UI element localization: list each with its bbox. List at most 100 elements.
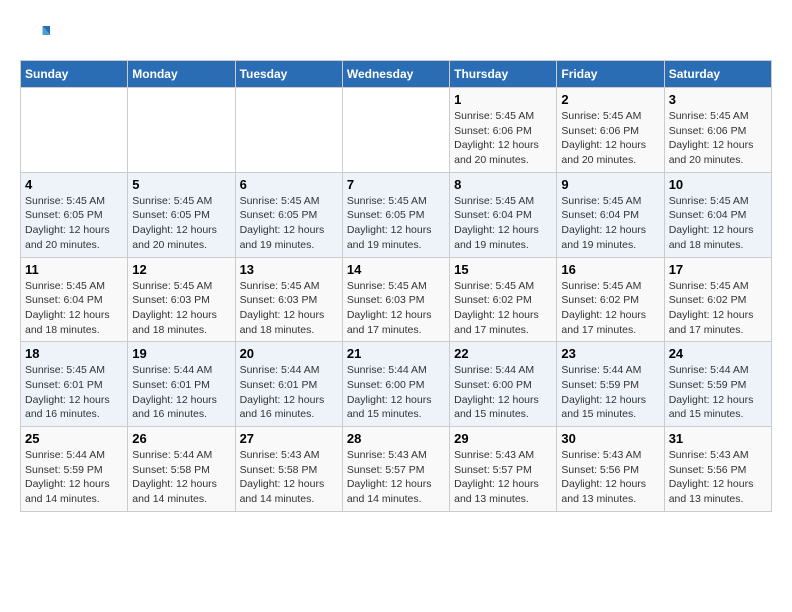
day-cell: 5Sunrise: 5:45 AM Sunset: 6:05 PM Daylig… (128, 172, 235, 257)
day-cell: 13 Sunrise: 5:45 AM Sunset: 6:03 PM Dayli… (235, 257, 342, 342)
day-cell (128, 88, 235, 173)
day-cell: 18 Sunrise: 5:45 AM Sunset: 6:01 PM Dayli… (21, 342, 128, 427)
day-number: 30 (561, 431, 659, 446)
day-number: 27 (240, 431, 338, 446)
day-cell: 23 Sunrise: 5:44 AM Sunset: 5:59 PM Dayli… (557, 342, 664, 427)
day-info: Sunrise: 5:45 AM Sunset: 6:05 PM Dayligh… (25, 194, 123, 253)
day-cell: 14 Sunrise: 5:45 AM Sunset: 6:03 PM Dayli… (342, 257, 449, 342)
day-number: 17 (669, 262, 767, 277)
day-info: Sunrise: 5:43 AM Sunset: 5:57 PM Dayligh… (347, 448, 445, 507)
day-cell: 7 Sunrise: 5:45 AM Sunset: 6:05 PM Daylig… (342, 172, 449, 257)
day-cell: 2 Sunrise: 5:45 AM Sunset: 6:06 PM Daylig… (557, 88, 664, 173)
day-number: 16 (561, 262, 659, 277)
day-cell: 15 Sunrise: 5:45 AM Sunset: 6:02 PM Dayli… (450, 257, 557, 342)
day-info: Sunrise: 5:44 AM Sunset: 6:00 PM Dayligh… (347, 363, 445, 422)
day-info: Sunrise: 5:45 AM Sunset: 6:05 PM Dayligh… (240, 194, 338, 253)
day-number: 2 (561, 92, 659, 107)
day-info: Sunrise: 5:45 AM Sunset: 6:04 PM Dayligh… (669, 194, 767, 253)
header-row: SundayMondayTuesdayWednesdayThursdayFrid… (21, 61, 772, 88)
day-cell: 21Sunrise: 5:44 AM Sunset: 6:00 PM Dayli… (342, 342, 449, 427)
day-number: 3 (669, 92, 767, 107)
logo-icon (20, 20, 50, 50)
day-info: Sunrise: 5:45 AM Sunset: 6:02 PM Dayligh… (669, 279, 767, 338)
day-number: 23 (561, 346, 659, 361)
day-info: Sunrise: 5:45 AM Sunset: 6:04 PM Dayligh… (454, 194, 552, 253)
day-info: Sunrise: 5:45 AM Sunset: 6:06 PM Dayligh… (669, 109, 767, 168)
day-cell: 29 Sunrise: 5:43 AM Sunset: 5:57 PM Dayli… (450, 427, 557, 512)
day-info: Sunrise: 5:45 AM Sunset: 6:05 PM Dayligh… (347, 194, 445, 253)
day-cell: 3 Sunrise: 5:45 AM Sunset: 6:06 PM Daylig… (664, 88, 771, 173)
day-cell: 20 Sunrise: 5:44 AM Sunset: 6:01 PM Dayli… (235, 342, 342, 427)
day-number: 20 (240, 346, 338, 361)
day-cell (342, 88, 449, 173)
day-cell: 8 Sunrise: 5:45 AM Sunset: 6:04 PM Daylig… (450, 172, 557, 257)
day-cell: 10 Sunrise: 5:45 AM Sunset: 6:04 PM Dayli… (664, 172, 771, 257)
day-cell: 6 Sunrise: 5:45 AM Sunset: 6:05 PM Daylig… (235, 172, 342, 257)
day-number: 8 (454, 177, 552, 192)
day-number: 14 (347, 262, 445, 277)
day-number: 25 (25, 431, 123, 446)
day-number: 4 (25, 177, 123, 192)
header-monday: Monday (128, 61, 235, 88)
day-number: 19 (132, 346, 230, 361)
day-info: Sunrise: 5:44 AM Sunset: 6:01 PM Dayligh… (132, 363, 230, 422)
day-cell (21, 88, 128, 173)
day-number: 24 (669, 346, 767, 361)
header-friday: Friday (557, 61, 664, 88)
week-row-2: 4 Sunrise: 5:45 AM Sunset: 6:05 PM Daylig… (21, 172, 772, 257)
day-cell: 31 Sunrise: 5:43 AM Sunset: 5:56 PM Dayli… (664, 427, 771, 512)
day-info: Sunrise: 5:44 AM Sunset: 6:01 PM Dayligh… (240, 363, 338, 422)
day-info: Sunrise: 5:43 AM Sunset: 5:56 PM Dayligh… (669, 448, 767, 507)
day-number: 15 (454, 262, 552, 277)
header-wednesday: Wednesday (342, 61, 449, 88)
header-sunday: Sunday (21, 61, 128, 88)
day-info: Sunrise: 5:44 AM Sunset: 5:59 PM Dayligh… (561, 363, 659, 422)
day-info: Sunrise: 5:45 AM Sunset: 6:03 PM Dayligh… (132, 279, 230, 338)
day-number: 31 (669, 431, 767, 446)
day-info: Sunrise: 5:43 AM Sunset: 5:56 PM Dayligh… (561, 448, 659, 507)
day-number: 7 (347, 177, 445, 192)
calendar-header: SundayMondayTuesdayWednesdayThursdayFrid… (21, 61, 772, 88)
week-row-5: 25 Sunrise: 5:44 AM Sunset: 5:59 PM Dayli… (21, 427, 772, 512)
day-info: Sunrise: 5:45 AM Sunset: 6:03 PM Dayligh… (240, 279, 338, 338)
day-cell: 17 Sunrise: 5:45 AM Sunset: 6:02 PM Dayli… (664, 257, 771, 342)
day-cell: 1Sunrise: 5:45 AM Sunset: 6:06 PM Daylig… (450, 88, 557, 173)
day-cell (235, 88, 342, 173)
day-number: 9 (561, 177, 659, 192)
day-info: Sunrise: 5:45 AM Sunset: 6:06 PM Dayligh… (454, 109, 552, 168)
day-info: Sunrise: 5:45 AM Sunset: 6:01 PM Dayligh… (25, 363, 123, 422)
week-row-1: 1Sunrise: 5:45 AM Sunset: 6:06 PM Daylig… (21, 88, 772, 173)
header-saturday: Saturday (664, 61, 771, 88)
day-info: Sunrise: 5:44 AM Sunset: 5:58 PM Dayligh… (132, 448, 230, 507)
week-row-4: 18 Sunrise: 5:45 AM Sunset: 6:01 PM Dayli… (21, 342, 772, 427)
day-number: 22 (454, 346, 552, 361)
day-cell: 30 Sunrise: 5:43 AM Sunset: 5:56 PM Dayli… (557, 427, 664, 512)
day-info: Sunrise: 5:44 AM Sunset: 5:59 PM Dayligh… (25, 448, 123, 507)
day-cell: 27Sunrise: 5:43 AM Sunset: 5:58 PM Dayli… (235, 427, 342, 512)
day-cell: 9Sunrise: 5:45 AM Sunset: 6:04 PM Daylig… (557, 172, 664, 257)
day-cell: 22 Sunrise: 5:44 AM Sunset: 6:00 PM Dayli… (450, 342, 557, 427)
calendar-table: SundayMondayTuesdayWednesdayThursdayFrid… (20, 60, 772, 512)
day-cell: 26Sunrise: 5:44 AM Sunset: 5:58 PM Dayli… (128, 427, 235, 512)
day-info: Sunrise: 5:45 AM Sunset: 6:03 PM Dayligh… (347, 279, 445, 338)
day-number: 18 (25, 346, 123, 361)
day-info: Sunrise: 5:44 AM Sunset: 6:00 PM Dayligh… (454, 363, 552, 422)
day-info: Sunrise: 5:43 AM Sunset: 5:57 PM Dayligh… (454, 448, 552, 507)
day-cell: 25 Sunrise: 5:44 AM Sunset: 5:59 PM Dayli… (21, 427, 128, 512)
day-cell: 4 Sunrise: 5:45 AM Sunset: 6:05 PM Daylig… (21, 172, 128, 257)
logo (20, 20, 54, 50)
day-info: Sunrise: 5:45 AM Sunset: 6:04 PM Dayligh… (25, 279, 123, 338)
day-number: 28 (347, 431, 445, 446)
week-row-3: 11Sunrise: 5:45 AM Sunset: 6:04 PM Dayli… (21, 257, 772, 342)
day-info: Sunrise: 5:45 AM Sunset: 6:02 PM Dayligh… (454, 279, 552, 338)
day-cell: 28 Sunrise: 5:43 AM Sunset: 5:57 PM Dayli… (342, 427, 449, 512)
day-cell: 16Sunrise: 5:45 AM Sunset: 6:02 PM Dayli… (557, 257, 664, 342)
header-tuesday: Tuesday (235, 61, 342, 88)
day-number: 10 (669, 177, 767, 192)
day-number: 6 (240, 177, 338, 192)
day-number: 13 (240, 262, 338, 277)
day-number: 29 (454, 431, 552, 446)
header-thursday: Thursday (450, 61, 557, 88)
page-header (20, 20, 772, 50)
day-info: Sunrise: 5:45 AM Sunset: 6:06 PM Dayligh… (561, 109, 659, 168)
